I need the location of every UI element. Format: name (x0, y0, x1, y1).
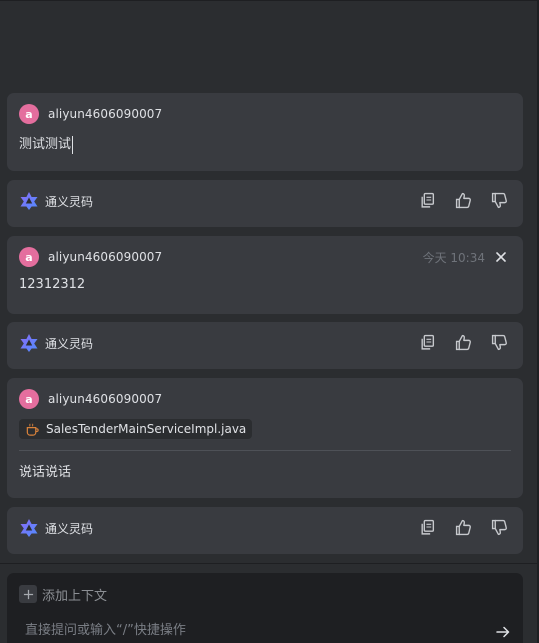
add-context-button[interactable]: 添加上下文 (19, 584, 107, 604)
avatar: a (19, 389, 39, 409)
message-header: a aliyun4606090007 (19, 104, 162, 124)
text-caret (72, 135, 74, 154)
assistant-name: 通义灵码 (45, 194, 94, 209)
assistant-message-card: 通义灵码 (7, 322, 523, 369)
thumbs-down-icon (491, 334, 507, 350)
message-text[interactable]: 说话说话 (19, 461, 71, 480)
file-attachment-chip[interactable]: SalesTenderMainServiceImpl.java (19, 419, 253, 439)
add-context-label: 添加上下文 (42, 588, 108, 604)
chat-panel: a aliyun4606090007 测试测试 通义灵码 a aliyun460… (0, 0, 539, 643)
message-meta: 今天 10:34 (423, 247, 509, 267)
send-button[interactable] (494, 623, 512, 641)
message-text-content: 测试测试 (19, 137, 72, 152)
java-file-icon (26, 423, 39, 436)
thumbs-up-icon (455, 334, 471, 350)
thumbs-down-button[interactable] (487, 188, 511, 212)
thumbs-down-icon (491, 519, 507, 535)
assistant-name: 通义灵码 (45, 336, 94, 351)
thumbs-down-button[interactable] (487, 330, 511, 354)
composer: 添加上下文 (7, 573, 523, 643)
tongyi-logo-icon (20, 334, 38, 352)
copy-button[interactable] (415, 188, 439, 212)
composer-separator (0, 563, 537, 564)
username: aliyun4606090007 (48, 392, 163, 406)
tongyi-logo-icon (20, 519, 38, 537)
message-text[interactable]: 测试测试 (19, 133, 74, 154)
thumbs-down-icon (491, 192, 507, 208)
user-message-card: a aliyun4606090007 今天 10:34 12312312 (7, 236, 523, 314)
prompt-input[interactable] (25, 620, 485, 640)
message-timestamp: 今天 10:34 (422, 250, 485, 265)
message-header: a aliyun4606090007 (19, 389, 162, 409)
arrow-right-icon (496, 626, 510, 638)
message-header: a aliyun4606090007 (19, 247, 162, 267)
username: aliyun4606090007 (48, 107, 163, 121)
message-actions (415, 515, 511, 539)
copy-icon (420, 334, 434, 350)
assistant-message-card: 通义灵码 (7, 180, 523, 227)
username: aliyun4606090007 (48, 250, 163, 264)
copy-icon (420, 519, 434, 535)
message-actions (415, 188, 511, 212)
thumbs-up-button[interactable] (451, 188, 475, 212)
avatar: a (19, 104, 39, 124)
copy-button[interactable] (415, 330, 439, 354)
assistant-header: 通义灵码 (19, 517, 93, 539)
thumbs-up-icon (455, 519, 471, 535)
divider (19, 450, 511, 451)
avatar: a (19, 247, 39, 267)
thumbs-up-button[interactable] (451, 330, 475, 354)
copy-button[interactable] (415, 515, 439, 539)
thumbs-up-button[interactable] (451, 515, 475, 539)
assistant-name: 通义灵码 (45, 521, 94, 536)
message-actions (415, 330, 511, 354)
delete-message-button[interactable] (493, 249, 509, 265)
close-icon (496, 252, 506, 262)
tongyi-logo-icon (20, 192, 38, 210)
thumbs-up-icon (455, 192, 471, 208)
plus-icon (23, 589, 33, 599)
plus-icon-box (19, 585, 37, 603)
assistant-message-card: 通义灵码 (7, 507, 523, 554)
user-message-card: a aliyun4606090007 SalesTenderMainServic… (7, 378, 523, 498)
assistant-header: 通义灵码 (19, 190, 93, 212)
copy-icon (420, 192, 434, 208)
attachment-filename: SalesTenderMainServiceImpl.java (46, 422, 247, 436)
thumbs-down-button[interactable] (487, 515, 511, 539)
user-message-card: a aliyun4606090007 测试测试 (7, 93, 523, 171)
assistant-header: 通义灵码 (19, 332, 93, 354)
message-text[interactable]: 12312312 (19, 277, 85, 292)
